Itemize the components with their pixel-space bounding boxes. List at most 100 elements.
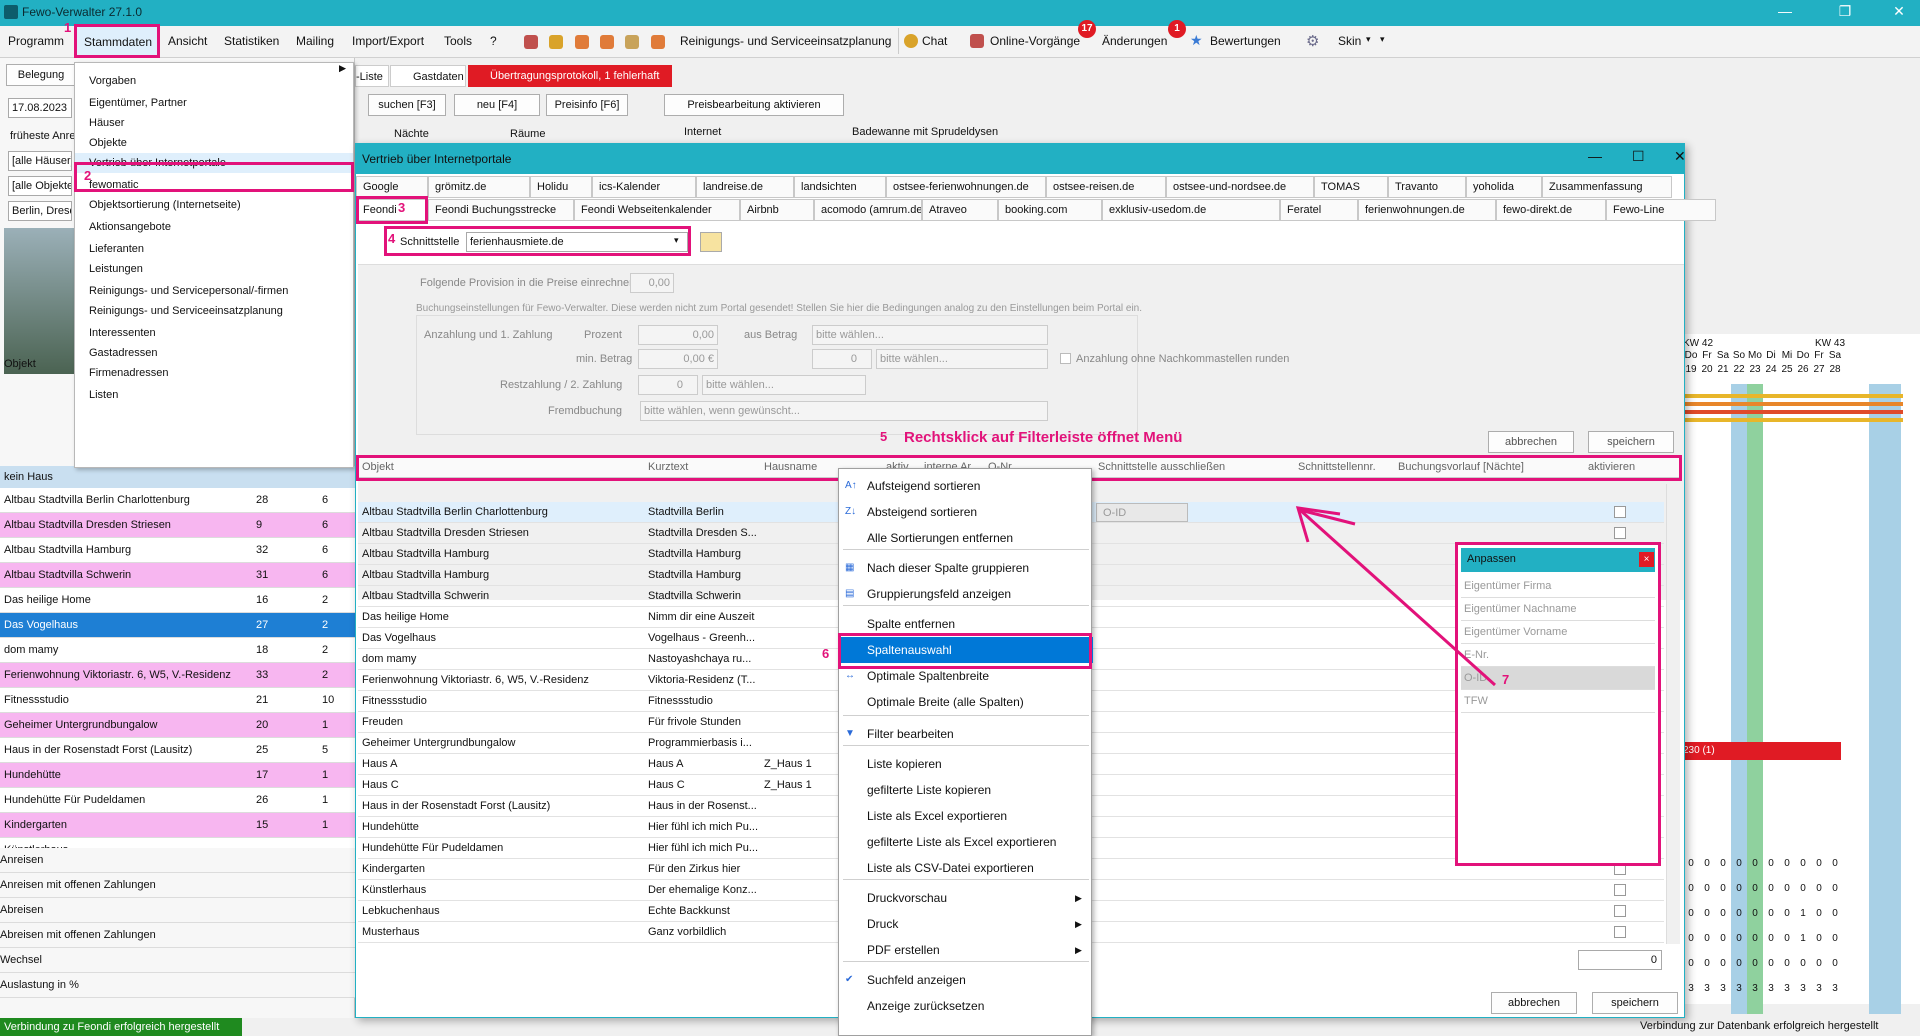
group-header[interactable]: kein Haus: [0, 466, 355, 488]
menu-programm[interactable]: Programm: [8, 34, 64, 48]
provision-field[interactable]: 0,00: [630, 273, 674, 293]
menu-ansicht[interactable]: Ansicht: [168, 34, 207, 48]
context-menu-item[interactable]: Druckvorschau ▶: [839, 885, 1093, 911]
portal-tab[interactable]: Travanto: [1388, 176, 1466, 198]
portal-tab[interactable]: ostsee-reisen.de: [1046, 176, 1166, 198]
ohne-nachkomma-checkbox[interactable]: [1060, 353, 1071, 364]
min-betrag-field[interactable]: 0,00 €: [638, 349, 718, 369]
stammdaten-item[interactable]: Firmenadressen: [75, 363, 353, 383]
table-row[interactable]: Altbau Stadtvilla Hamburg 32 6: [0, 538, 355, 563]
stammdaten-item[interactable]: Aktionsangebote: [75, 217, 353, 237]
menu-statistiken[interactable]: Statistiken: [224, 34, 279, 48]
stammdaten-item[interactable]: Häuser: [75, 113, 353, 133]
aktivieren-checkbox[interactable]: [1614, 926, 1626, 938]
portal-tab[interactable]: Google: [356, 176, 428, 198]
table-row[interactable]: Hundehütte 17 1: [0, 763, 355, 788]
belegung-button[interactable]: Belegung: [6, 64, 76, 86]
summary-item[interactable]: Anreisen: [0, 848, 355, 873]
stammdaten-item[interactable]: Interessenten: [75, 323, 353, 343]
preisbearbeitung-button[interactable]: Preisbearbeitung aktivieren: [664, 94, 844, 116]
table-row[interactable]: Das Vogelhaus 27 2: [0, 613, 355, 638]
prozent-field[interactable]: 0,00: [638, 325, 718, 345]
context-menu-item[interactable]: Gruppierungsfeld anzeigen ▤: [839, 581, 1093, 607]
abbrechen-button[interactable]: abbrechen: [1491, 992, 1577, 1014]
table-row[interactable]: Altbau Stadtvilla Dresden Striesen 9 6: [0, 513, 355, 538]
portal-tab[interactable]: acomodo (amrum.de): [814, 199, 922, 221]
stammdaten-item[interactable]: Leistungen: [75, 259, 353, 279]
house-icon[interactable]: [549, 34, 564, 49]
portal-tab[interactable]: Feratel: [1280, 199, 1358, 221]
table-row[interactable]: Ferienwohnung Viktoriastr. 6, W5, V.-Res…: [0, 663, 355, 688]
objekte-select[interactable]: [alle Objekte]: [8, 176, 72, 196]
oid-field[interactable]: O-ID: [1096, 503, 1188, 522]
context-menu-item[interactable]: gefilterte Liste kopieren: [839, 777, 1093, 803]
schnittstelle-select[interactable]: ferienhausmiete.de: [466, 232, 688, 252]
gear-icon[interactable]: ⚙: [1306, 32, 1319, 50]
tab-liste[interactable]: -Liste: [355, 65, 389, 87]
menu-reinigung[interactable]: Reinigungs- und Serviceeinsatzplanung: [680, 34, 891, 48]
context-menu-item[interactable]: Absteigend sortieren Z↓: [839, 499, 1093, 525]
suchen-button[interactable]: suchen [F3]: [368, 94, 446, 116]
aus-betrag-select[interactable]: bitte wählen...: [812, 325, 1048, 345]
close-icon[interactable]: ✕: [1884, 3, 1914, 20]
summary-item[interactable]: Auslastung in %: [0, 973, 355, 998]
menu-bewertungen[interactable]: Bewertungen: [1210, 34, 1281, 48]
min-num-field[interactable]: 0: [812, 349, 872, 369]
summary-item[interactable]: Wechsel: [0, 948, 355, 973]
summary-item[interactable]: Abreisen mit offenen Zahlungen: [0, 923, 355, 948]
internet-checkbox[interactable]: Internet: [684, 126, 721, 138]
menu-aenderungen[interactable]: Änderungen: [1102, 34, 1167, 48]
stammdaten-item[interactable]: Objektsortierung (Internetseite): [75, 195, 353, 215]
aktivieren-checkbox[interactable]: [1614, 884, 1626, 896]
portal-tab[interactable]: fewo-direkt.de: [1496, 199, 1606, 221]
context-menu-item[interactable]: Liste als CSV-Datei exportieren: [839, 855, 1093, 881]
context-menu-item[interactable]: PDF erstellen ▶: [839, 937, 1093, 963]
edit-icon[interactable]: [700, 232, 722, 252]
context-menu-item[interactable]: Filter bearbeiten ▼: [839, 721, 1093, 747]
dialog-minimize-icon[interactable]: —: [1588, 148, 1602, 164]
restore-icon[interactable]: ❐: [1830, 3, 1860, 20]
portal-tab[interactable]: Airbnb: [740, 199, 814, 221]
summary-item[interactable]: Abreisen: [0, 898, 355, 923]
minimize-icon[interactable]: —: [1770, 3, 1800, 19]
abbrechen-top-button[interactable]: abbrechen: [1488, 431, 1574, 453]
stammdaten-item[interactable]: Listen: [75, 385, 353, 405]
rest-num-field[interactable]: 0: [638, 375, 698, 395]
portal-tab[interactable]: Holidu: [530, 176, 592, 198]
clipboard-icon[interactable]: [625, 34, 640, 49]
summary-item[interactable]: Anreisen mit offenen Zahlungen: [0, 873, 355, 898]
cleaning-icon[interactable]: [650, 34, 665, 49]
portal-tab[interactable]: landsichten: [794, 176, 886, 198]
table-row[interactable]: Kindergarten 15 1: [0, 813, 355, 838]
grid-scrollbar[interactable]: [1666, 484, 1680, 944]
context-menu-item[interactable]: Suchfeld anzeigen ✔: [839, 967, 1093, 993]
min-select[interactable]: bitte wählen...: [876, 349, 1048, 369]
table-row[interactable]: Haus in der Rosenstadt Forst (Lausitz) 25…: [0, 738, 355, 763]
stammdaten-item[interactable]: Reinigungs- und Servicepersonal/-firmen: [75, 281, 353, 301]
portal-tab[interactable]: Fewo-Line: [1606, 199, 1716, 221]
table-row[interactable]: dom mamy 18 2: [0, 638, 355, 663]
portal-tab[interactable]: grömitz.de: [428, 176, 530, 198]
owner-icon[interactable]: [574, 34, 589, 49]
speichern-top-button[interactable]: speichern: [1588, 431, 1674, 453]
stammdaten-item[interactable]: Reinigungs- und Serviceeinsatzplanung: [75, 301, 353, 321]
tab-protokoll[interactable]: Übertragungsprotokoll, 1 fehlerhaft: [468, 65, 672, 87]
table-row[interactable]: Altbau Stadtvilla Schwerin 31 6: [0, 563, 355, 588]
anpassen-close-icon[interactable]: ×: [1639, 552, 1654, 567]
table-row[interactable]: Geheimer Untergrundbungalow 20 1: [0, 713, 355, 738]
table-row[interactable]: Das heilige Home 16 2: [0, 588, 355, 613]
guest-icon[interactable]: [600, 34, 615, 49]
portal-tab[interactable]: booking.com: [998, 199, 1102, 221]
menu-help[interactable]: ?: [490, 34, 497, 48]
menu-mailing[interactable]: Mailing: [296, 34, 334, 48]
portal-tab[interactable]: Zusammenfassung: [1542, 176, 1672, 198]
stammdaten-item[interactable]: Lieferanten: [75, 239, 353, 259]
portal-tab[interactable]: Feondi Buchungsstrecke: [428, 199, 574, 221]
badewanne-checkbox[interactable]: Badewanne mit Sprudeldysen: [852, 126, 998, 138]
context-menu-item[interactable]: Aufsteigend sortieren A↑: [839, 473, 1093, 499]
table-row[interactable]: Altbau Stadtvilla Berlin Charlottenburg 2…: [0, 488, 355, 513]
portal-tab[interactable]: TOMAS: [1314, 176, 1388, 198]
portal-tab[interactable]: exklusiv-usedom.de: [1102, 199, 1280, 221]
menu-skin[interactable]: Skin: [1338, 34, 1361, 48]
aktivieren-checkbox[interactable]: [1614, 905, 1626, 917]
